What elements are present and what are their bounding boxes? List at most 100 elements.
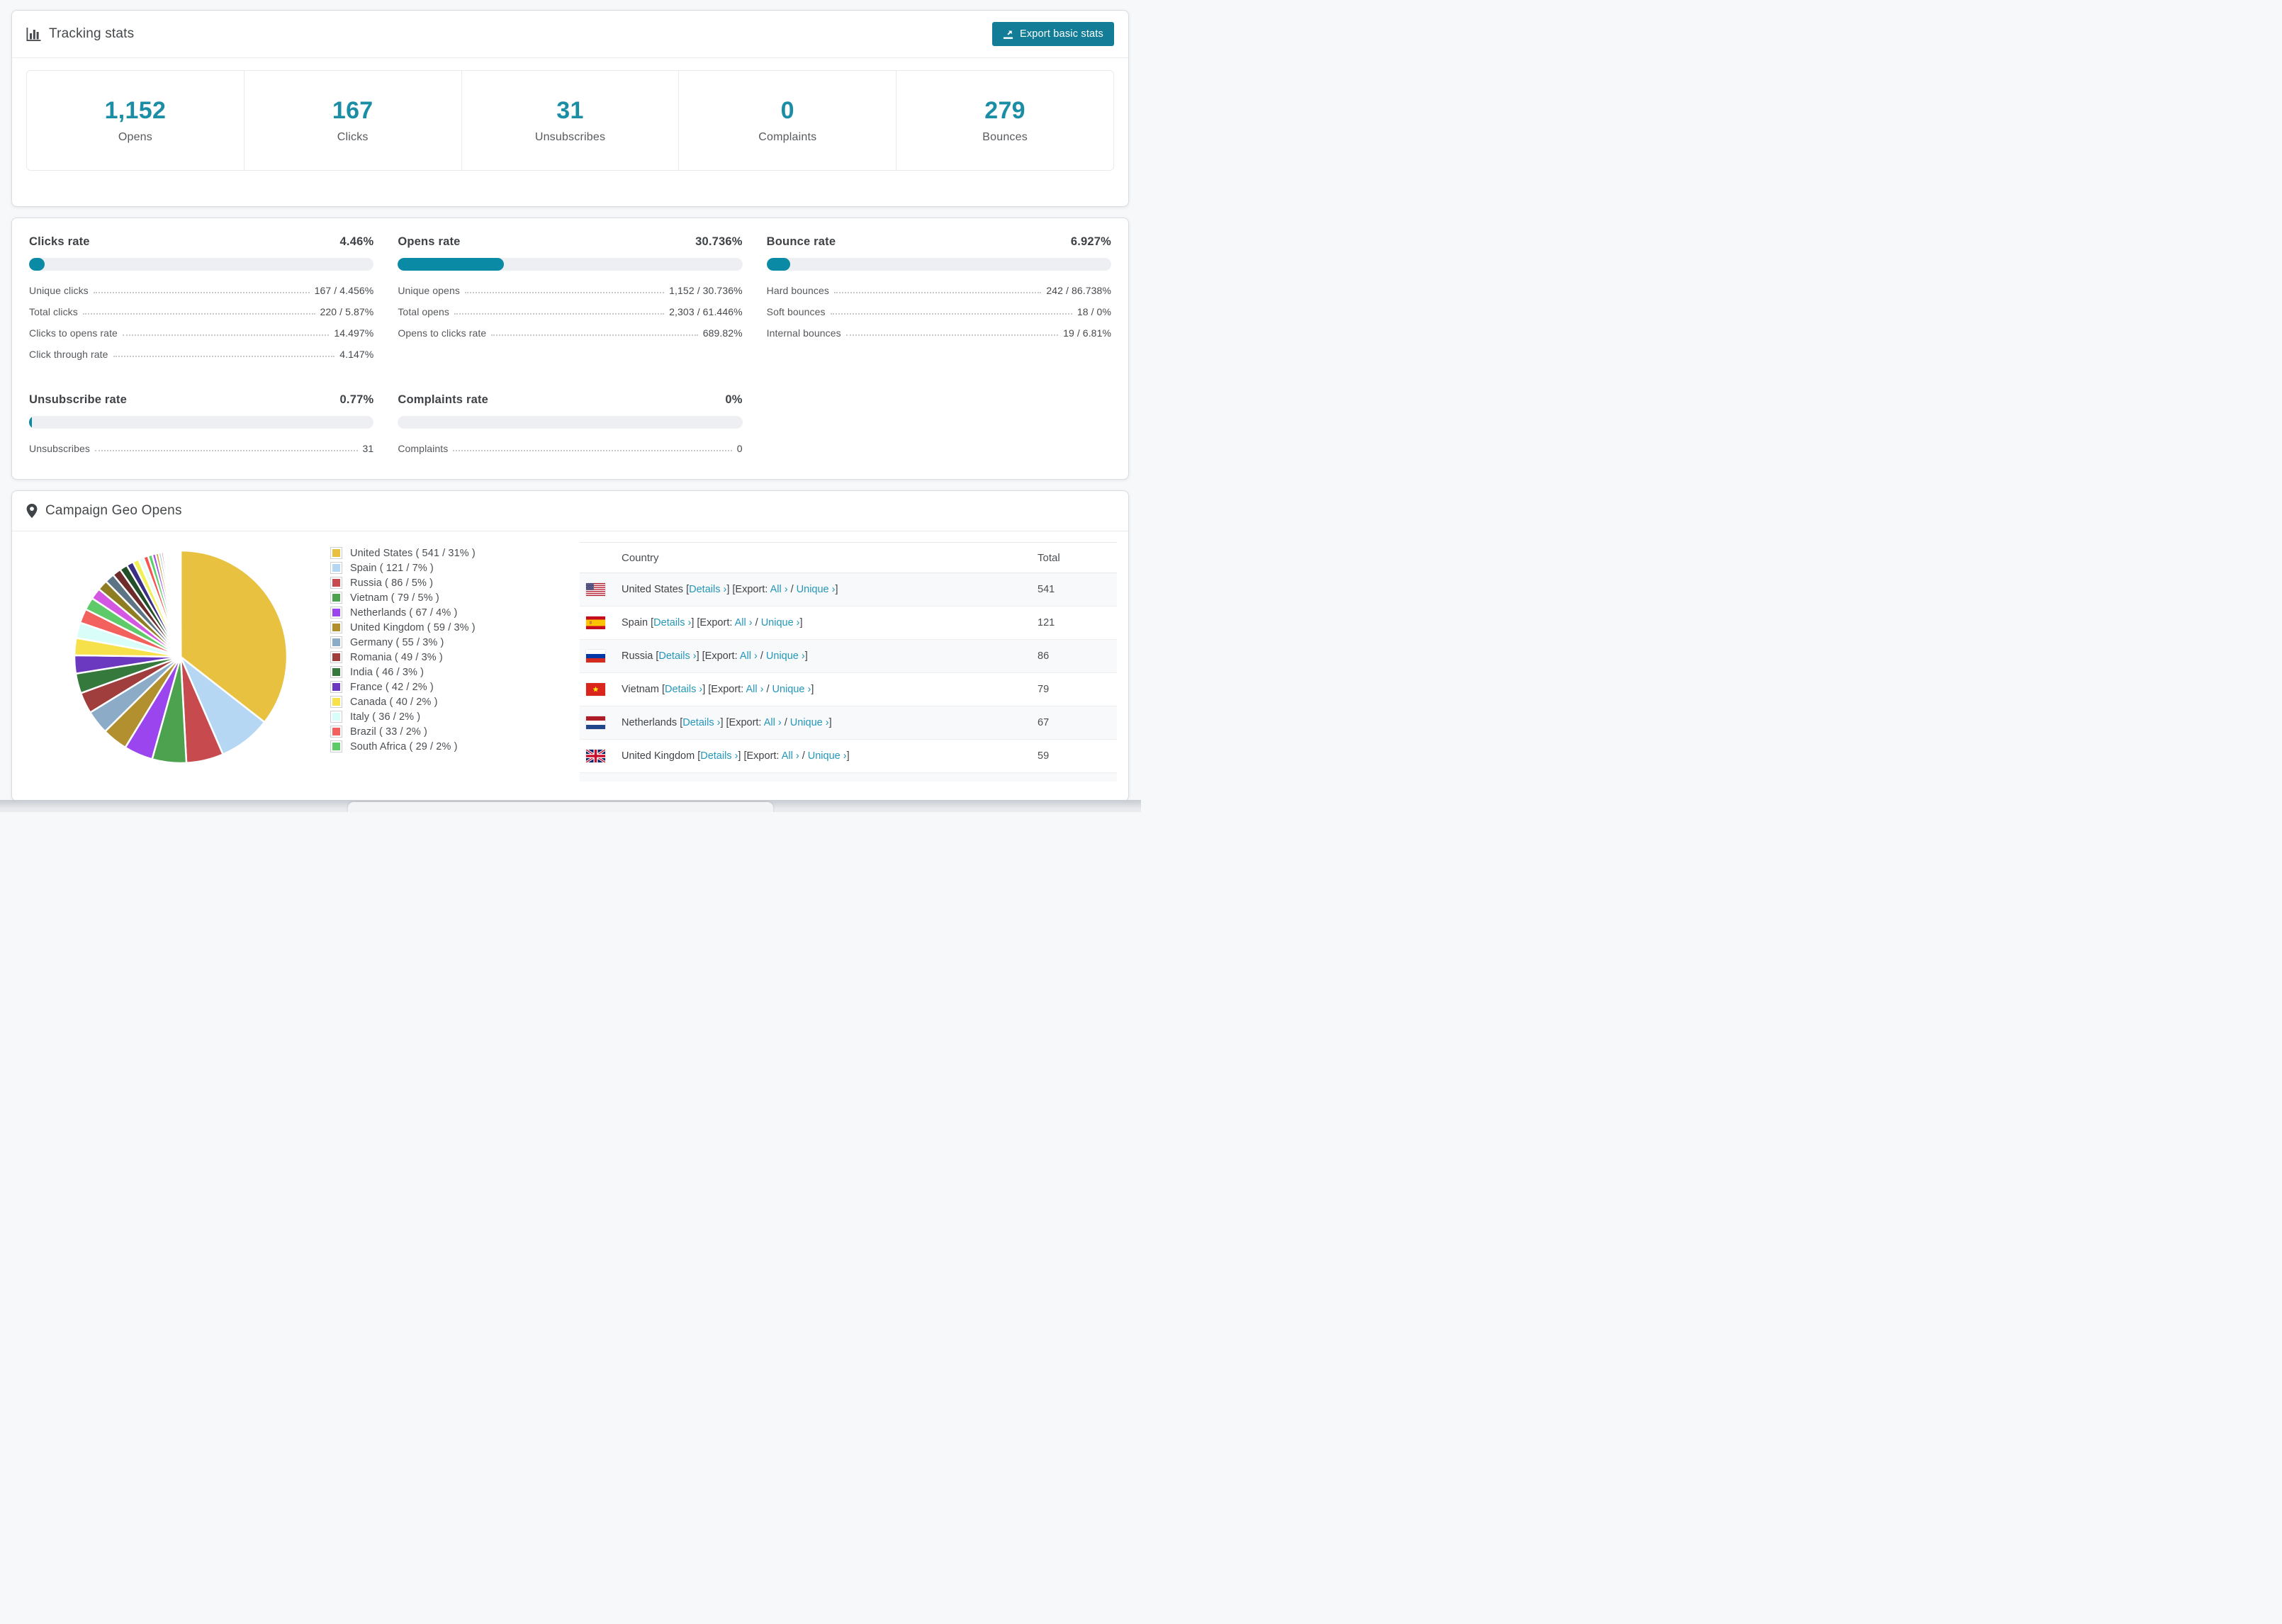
- legend-item: South Africa ( 29 / 2% ): [330, 739, 476, 754]
- rate-stat-value: 1,152 / 30.736%: [669, 285, 743, 296]
- export-unique-link[interactable]: Unique ›: [790, 717, 829, 728]
- legend-swatch: [330, 681, 342, 693]
- rate-stat-row: Unique clicks 167 / 4.456%: [29, 280, 373, 301]
- rate-percent: 0.77%: [339, 393, 374, 406]
- rate-section: Unsubscribe rate 0.77% Unsubscribes 31: [29, 393, 374, 459]
- legend-item: Brazil ( 33 / 2% ): [330, 724, 476, 739]
- legend-item: Russia ( 86 / 5% ): [330, 575, 476, 590]
- rate-progress-track: [29, 258, 374, 271]
- legend-item: Italy ( 36 / 2% ): [330, 709, 476, 724]
- rate-stat-label: Total opens: [398, 306, 450, 317]
- details-link[interactable]: Details ›: [665, 684, 702, 695]
- country-name: Netherlands: [622, 717, 678, 728]
- dotted-leader: [95, 450, 358, 451]
- dotted-leader: [453, 450, 732, 451]
- export-all-link[interactable]: All ›: [746, 684, 763, 695]
- rate-stat-value: 18 / 0%: [1077, 306, 1111, 317]
- export-unique-link[interactable]: Unique ›: [772, 684, 811, 695]
- export-unique-link[interactable]: Unique ›: [808, 750, 847, 762]
- details-link[interactable]: Details ›: [658, 650, 696, 662]
- bar-chart-icon: [26, 27, 41, 41]
- export-unique-link[interactable]: Unique ›: [761, 617, 800, 628]
- tile-value: 31: [556, 97, 584, 124]
- legend-swatch: [330, 636, 342, 648]
- rate-stat-label: Unique clicks: [29, 285, 89, 296]
- rate-stat-value: 0: [736, 443, 743, 454]
- legend-item: United States ( 541 / 31% ): [330, 546, 476, 560]
- geo-table-header: Country Total: [580, 542, 1117, 573]
- country-name: Vietnam: [622, 684, 659, 695]
- table-row: Vietnam [Details ›] [Export: All › / Uni…: [580, 673, 1117, 706]
- export-unique-link[interactable]: Unique ›: [766, 650, 805, 662]
- rate-stat-label: Opens to clicks rate: [398, 327, 487, 339]
- details-link[interactable]: Details ›: [682, 717, 720, 728]
- details-link[interactable]: Details ›: [700, 750, 738, 762]
- export-basic-stats-button[interactable]: Export basic stats: [991, 22, 1114, 46]
- export-prefix: [Export:: [732, 584, 770, 595]
- details-link[interactable]: Details ›: [689, 584, 726, 595]
- tile-value: 1,152: [104, 97, 167, 124]
- campaign-geo-opens-card: Campaign Geo Opens United States ( 541 /…: [11, 490, 1129, 801]
- column-header-total: Total: [1038, 551, 1060, 564]
- legend-label: India ( 46 / 3% ): [350, 666, 425, 678]
- rate-stat-label: Clicks to opens rate: [29, 327, 118, 339]
- rate-stat-value: 689.82%: [702, 327, 743, 339]
- country-name: Russia: [622, 650, 653, 662]
- table-row: Spain [Details ›] [Export: All › / Uniqu…: [580, 607, 1117, 640]
- dotted-leader: [454, 313, 665, 315]
- rate-stat-value: 220 / 5.87%: [320, 306, 374, 317]
- total-cell: 541: [1038, 584, 1055, 595]
- export-all-link[interactable]: All ›: [735, 617, 753, 628]
- legend-item: Netherlands ( 67 / 4% ): [330, 605, 476, 620]
- tracking-stats-title: Tracking stats: [26, 26, 134, 42]
- export-all-link[interactable]: All ›: [770, 584, 788, 595]
- rate-progress-track: [29, 416, 374, 429]
- rate-percent: 0%: [725, 393, 743, 406]
- table-row: United States [Details ›] [Export: All ›…: [580, 573, 1117, 607]
- rate-stat-row: Internal bounces 19 / 6.81%: [767, 322, 1111, 344]
- legend-label: France ( 42 / 2% ): [350, 681, 434, 693]
- rate-percent: 6.927%: [1070, 235, 1111, 248]
- legend-item: France ( 42 / 2% ): [330, 680, 476, 694]
- export-prefix: [Export:: [697, 617, 735, 628]
- rate-rows: Unsubscribes 31: [29, 438, 373, 459]
- rate-stat-value: 2,303 / 61.446%: [669, 306, 743, 317]
- export-all-link[interactable]: All ›: [764, 717, 782, 728]
- pie-slice[interactable]: [179, 549, 182, 658]
- country-links: Spain [Details ›] [Export: All › / Uniqu…: [622, 617, 803, 628]
- geo-title: Campaign Geo Opens: [45, 503, 182, 518]
- rate-section: Opens rate 30.736% Unique opens 1,152 / …: [398, 235, 743, 365]
- map-pin-icon: [26, 504, 38, 518]
- summary-tile: 167 Clicks: [243, 70, 462, 171]
- rate-title: Opens rate: [398, 235, 461, 248]
- details-link[interactable]: Details ›: [653, 617, 691, 628]
- total-cell: 67: [1038, 717, 1050, 728]
- rate-stat-label: Complaints: [398, 443, 449, 454]
- rate-stat-value: 19 / 6.81%: [1063, 327, 1111, 339]
- legend-label: Brazil ( 33 / 2% ): [350, 726, 427, 738]
- export-unique-link[interactable]: Unique ›: [797, 584, 836, 595]
- legend-swatch: [330, 621, 342, 633]
- rate-section: Complaints rate 0% Complaints 0: [398, 393, 743, 459]
- rate-progress-track: [766, 258, 1111, 271]
- summary-tile: 1,152 Opens: [26, 70, 244, 171]
- export-all-link[interactable]: All ›: [740, 650, 758, 662]
- legend-item: Romania ( 49 / 3% ): [330, 650, 476, 665]
- rate-stat-row: Total clicks 220 / 5.87%: [29, 301, 373, 322]
- rate-stat-label: Soft bounces: [766, 306, 826, 317]
- dotted-leader: [845, 334, 1059, 336]
- country-cell: Vietnam [Details ›] [Export: All › / Uni…: [580, 683, 1038, 696]
- rate-stat-label: Hard bounces: [766, 285, 830, 296]
- summary-tiles: 1,152 Opens 167 Clicks 31 Unsubscribes 0…: [26, 70, 1114, 171]
- rate-stat-row: Total opens 2,303 / 61.446%: [398, 301, 742, 322]
- rate-stat-row: Unsubscribes 31: [29, 438, 373, 459]
- rate-title: Unsubscribe rate: [29, 393, 127, 406]
- pie-legend: United States ( 541 / 31% ) Spain ( 121 …: [330, 546, 476, 754]
- rate-stat-row: Complaints 0: [398, 438, 742, 459]
- summary-tile: 0 Complaints: [678, 70, 897, 171]
- country-cell: Russia [Details ›] [Export: All › / Uniq…: [580, 650, 1038, 662]
- export-all-link[interactable]: All ›: [782, 750, 799, 762]
- country-links: Vietnam [Details ›] [Export: All › / Uni…: [622, 684, 814, 695]
- dotted-leader: [491, 334, 698, 336]
- rate-stat-label: Unsubscribes: [29, 443, 91, 454]
